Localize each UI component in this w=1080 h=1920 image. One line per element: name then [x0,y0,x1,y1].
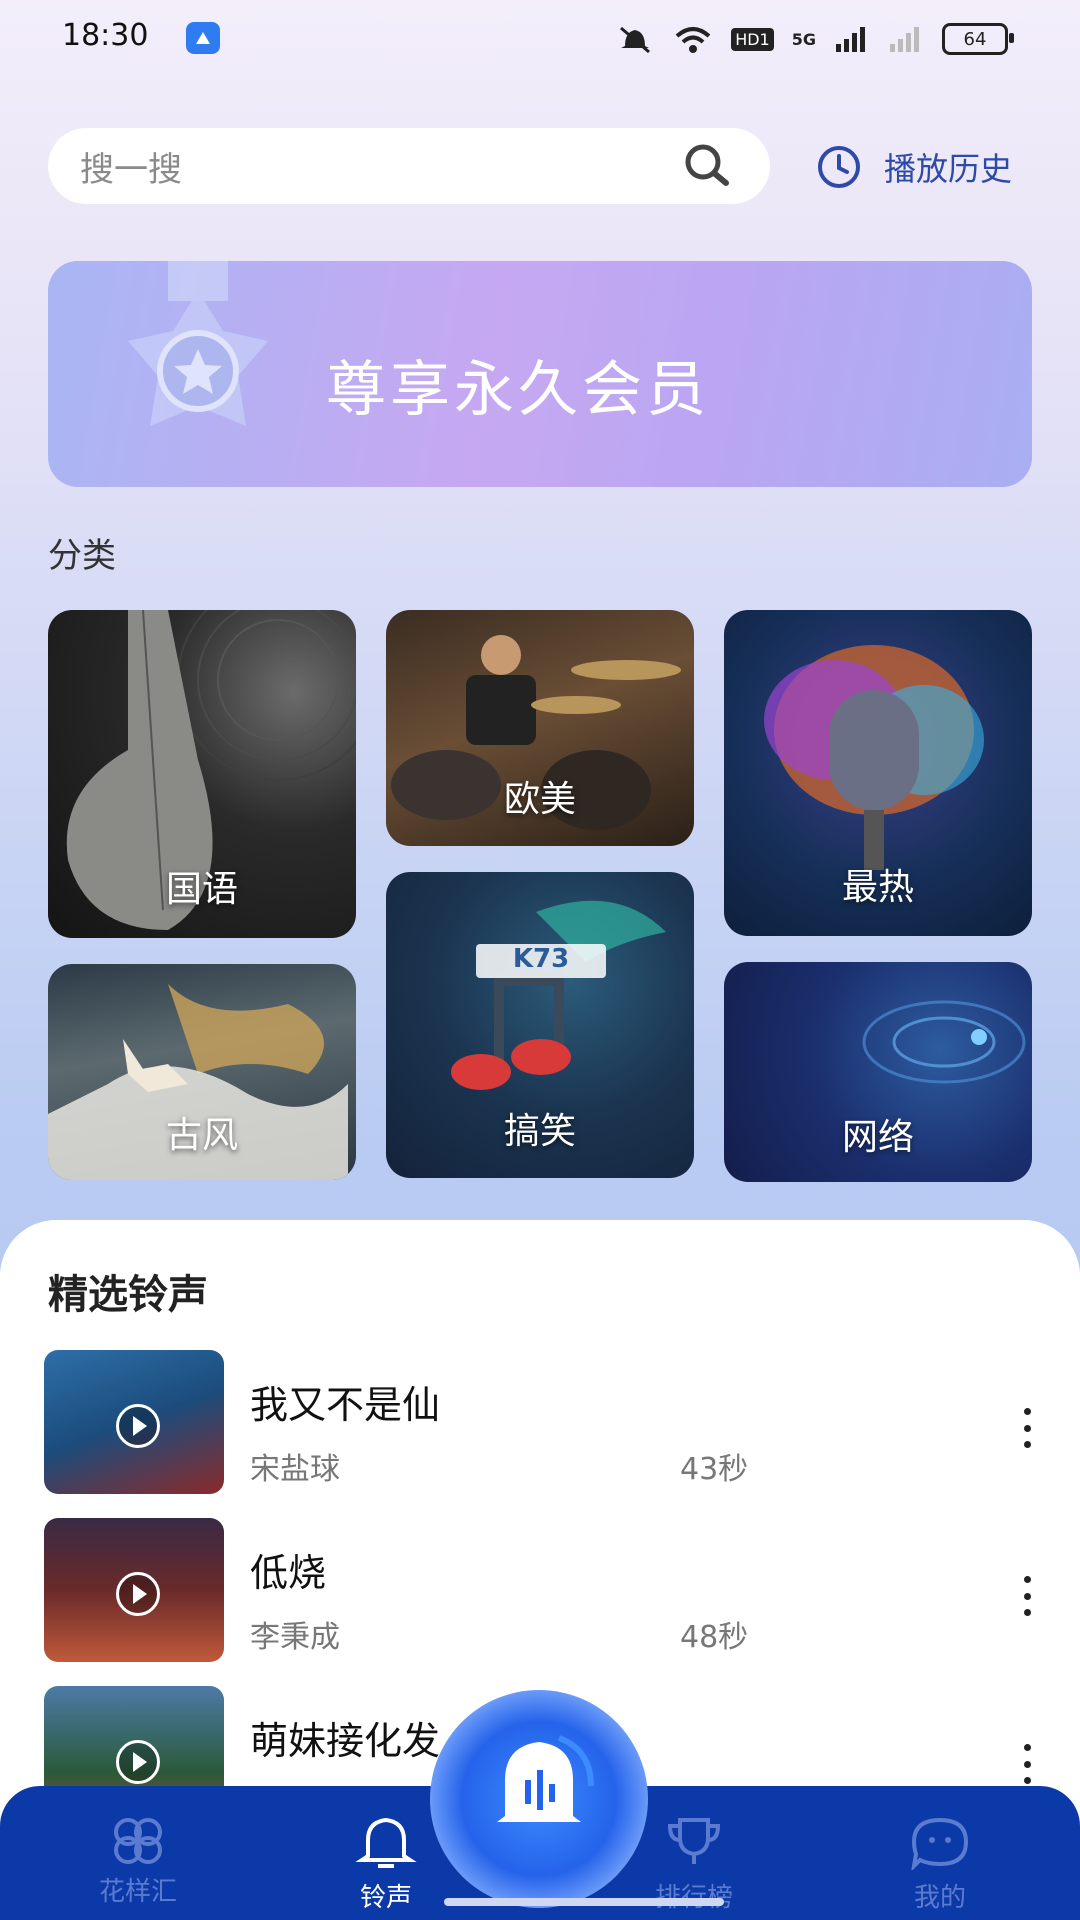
category-label: 国语 [165,869,238,910]
song-row[interactable]: 我又不是仙 宋盐球 43秒 [44,1350,1034,1500]
category-tile-internet[interactable]: 网络 [724,962,1032,1182]
nav-label: 花样汇 [98,1877,177,1907]
song-title: 低烧 [250,1551,327,1595]
category-tile-hottest[interactable]: 最热 [724,610,1032,936]
nav-item-mine[interactable]: 我的 [870,1814,1010,1914]
song-duration: 43秒 [680,1452,749,1487]
notification-app-icon [186,22,220,54]
song-artist: 宋盐球 [250,1452,340,1487]
play-icon[interactable] [116,1740,160,1784]
nav-label: 排行榜 [624,1877,764,1914]
song-row[interactable]: 低烧 李秉成 48秒 [44,1518,1034,1668]
clock-icon [818,146,860,188]
mute-icon [620,26,651,54]
center-ringtone-button[interactable] [430,1690,648,1908]
hd-badge: HD1 [731,27,774,51]
more-options-icon[interactable] [1022,1744,1032,1784]
battery-indicator: 64 [942,23,1014,55]
watermark-text: K73 [512,944,570,974]
category-label: 最热 [841,867,914,908]
song-cover [44,1518,224,1662]
banner-title: 尊享永久会员 [326,355,710,425]
song-duration: 48秒 [680,1620,749,1655]
search-icon [685,144,729,186]
search-placeholder: 搜一搜 [80,149,182,190]
bell-wave-icon [497,1735,594,1822]
bell-icon [355,1817,417,1868]
battery-level: 64 [963,28,987,50]
play-icon[interactable] [116,1404,160,1448]
signal-weak-icon [890,27,919,52]
song-title: 萌妹接化发 [250,1719,441,1763]
featured-section-title: 精选铃声 [48,1272,208,1318]
status-icons: HD1 5G 64 [615,22,1014,56]
category-label: 古风 [165,1115,238,1156]
play-icon[interactable] [116,1572,160,1616]
category-tile-mandarin[interactable]: 国语 [48,610,356,938]
search-input[interactable]: 搜一搜 [48,128,770,204]
signal-icon [836,27,865,52]
category-tile-ancient[interactable]: 古风 [48,964,356,1180]
category-label: 搞笑 [503,1111,576,1152]
status-time: 18:30 [62,18,149,53]
clover-icon [114,1818,162,1864]
category-label: 网络 [841,1117,914,1158]
play-history-label: 播放历史 [884,150,1013,188]
network-badge: 5G [791,29,816,49]
watermark-badge: K73 [476,944,606,978]
category-tile-funny[interactable]: K73 搞笑 [386,872,694,1178]
nav-label: 铃声 [359,1883,412,1913]
trophy-icon [667,1818,721,1864]
home-indicator[interactable] [444,1898,724,1906]
wifi-icon [675,27,711,53]
song-cover [44,1350,224,1494]
nav-label: 我的 [913,1883,966,1913]
more-options-icon[interactable] [1022,1576,1032,1616]
nav-item-showcase[interactable]: 花样汇 [68,1814,208,1908]
chat-face-icon [911,1817,969,1872]
category-section-title: 分类 [48,536,116,576]
category-tile-western[interactable]: 欧美 [386,610,694,846]
more-options-icon[interactable] [1022,1408,1032,1448]
song-cover [44,1686,224,1796]
song-artist: 李秉成 [250,1620,340,1655]
vip-banner[interactable]: 尊享永久会员 [48,261,1032,487]
play-history-button[interactable]: 播放历史 [816,142,1012,192]
medal-icon [128,261,268,426]
category-label: 欧美 [503,779,576,820]
song-title: 我又不是仙 [250,1383,441,1427]
